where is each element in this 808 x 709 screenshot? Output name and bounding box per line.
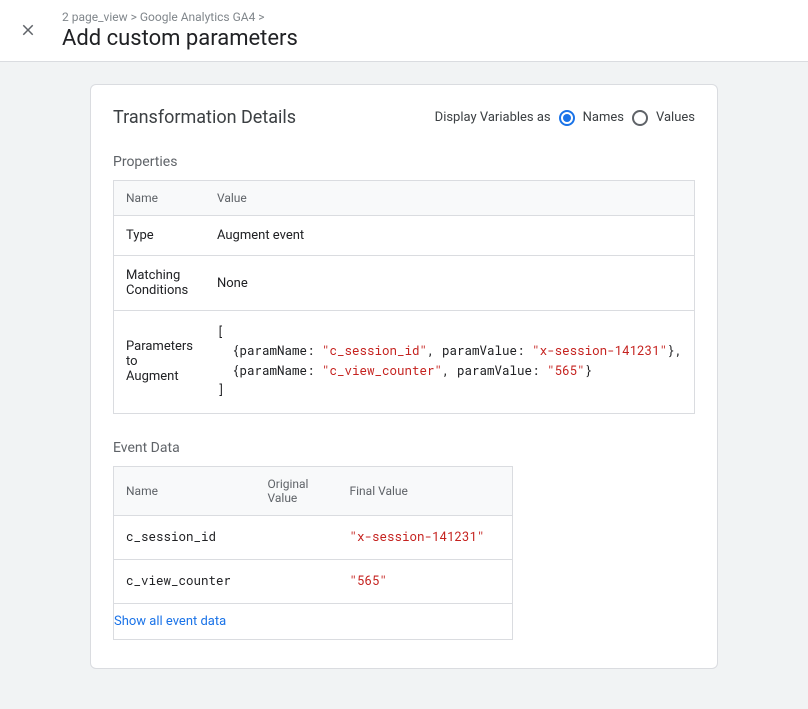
prop-matching-value: None bbox=[205, 256, 695, 311]
prop-params-value: [ {paramName: "c_session_id", paramValue… bbox=[205, 311, 695, 414]
event-name: c_view_counter bbox=[114, 559, 256, 603]
page-title: Add custom parameters bbox=[62, 26, 298, 51]
table-row: Parameters to Augment [ {paramName: "c_s… bbox=[114, 311, 695, 414]
details-card: Transformation Details Display Variables… bbox=[90, 84, 718, 669]
radio-values[interactable] bbox=[632, 110, 648, 126]
event-final-value: "565" bbox=[338, 559, 513, 603]
display-variables-label: Display Variables as bbox=[435, 110, 551, 125]
properties-heading: Properties bbox=[113, 154, 695, 170]
table-row: c_view_counter "565" bbox=[114, 559, 513, 603]
event-original-value bbox=[256, 559, 338, 603]
event-name: c_session_id bbox=[114, 515, 256, 559]
close-button[interactable] bbox=[12, 14, 44, 46]
event-data-heading: Event Data bbox=[113, 440, 695, 456]
col-name: Name bbox=[114, 466, 256, 515]
radio-names[interactable] bbox=[559, 110, 575, 126]
radio-names-label: Names bbox=[583, 110, 624, 125]
table-row: Matching Conditions None bbox=[114, 256, 695, 311]
prop-matching-label: Matching Conditions bbox=[114, 256, 205, 311]
prop-type-value: Augment event bbox=[205, 216, 695, 256]
table-row: c_session_id "x-session-141231" bbox=[114, 515, 513, 559]
content-area: Transformation Details Display Variables… bbox=[0, 62, 808, 709]
table-row: Type Augment event bbox=[114, 216, 695, 256]
header-text: 2 page_view > Google Analytics GA4 > Add… bbox=[62, 10, 298, 51]
event-original-value bbox=[256, 515, 338, 559]
show-all-event-data-link[interactable]: Show all event data bbox=[113, 604, 513, 640]
display-variables-toggle: Display Variables as Names Values bbox=[435, 110, 695, 126]
params-code: [ {paramName: "c_session_id", paramValue… bbox=[217, 323, 682, 401]
radio-values-label: Values bbox=[656, 110, 695, 125]
properties-table: Name Value Type Augment event Matching C… bbox=[113, 180, 695, 414]
col-name: Name bbox=[114, 181, 205, 216]
page-header: 2 page_view > Google Analytics GA4 > Add… bbox=[0, 0, 808, 62]
event-final-value: "x-session-141231" bbox=[338, 515, 513, 559]
event-data-table: Name Original Value Final Value c_sessio… bbox=[113, 466, 513, 605]
close-icon bbox=[19, 21, 37, 39]
card-title: Transformation Details bbox=[113, 107, 296, 128]
card-header: Transformation Details Display Variables… bbox=[113, 107, 695, 128]
event-data-section: Event Data Name Original Value Final Val… bbox=[113, 440, 695, 641]
col-final-value: Final Value bbox=[338, 466, 513, 515]
prop-type-label: Type bbox=[114, 216, 205, 256]
breadcrumb: 2 page_view > Google Analytics GA4 > bbox=[62, 10, 298, 24]
prop-params-label: Parameters to Augment bbox=[114, 311, 205, 414]
col-value: Value bbox=[205, 181, 695, 216]
col-original-value: Original Value bbox=[256, 466, 338, 515]
